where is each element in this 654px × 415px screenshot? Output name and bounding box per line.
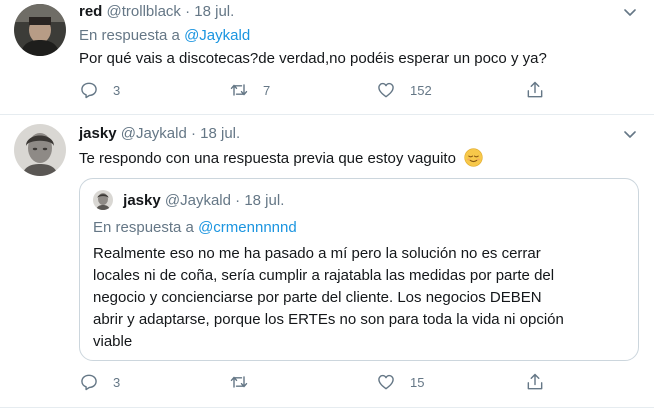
- tweet-actions: 3 15: [79, 370, 559, 394]
- retweet-button[interactable]: [229, 370, 263, 394]
- retweet-icon: [230, 376, 248, 388]
- quoted-separator: ·: [235, 192, 241, 209]
- reply-icon: [81, 374, 97, 391]
- reply-count: 3: [113, 374, 121, 390]
- tweet-jasky[interactable]: jasky @Jaykald · 18 jul. Te respondo con…: [0, 114, 654, 406]
- like-count: 152: [410, 82, 432, 98]
- reply-button[interactable]: 3: [79, 78, 120, 102]
- separator: ·: [185, 3, 191, 20]
- relieved-face-emoji: [464, 148, 483, 167]
- tweet-text: Te respondo con una respuesta previa que…: [79, 150, 456, 167]
- reply-button[interactable]: 3: [79, 370, 120, 394]
- quoted-tweet-card[interactable]: jasky @Jaykald · 18 jul. En respuesta a …: [79, 178, 639, 361]
- avatar[interactable]: [14, 4, 66, 56]
- quoted-text-line: abrir y adaptarse, porque los ERTEs no s…: [93, 311, 564, 328]
- quoted-avatar: [93, 190, 113, 210]
- quoted-handle: @Jaykald: [164, 192, 231, 209]
- tweet-actions: 3 7 152: [79, 78, 559, 102]
- avatar-image: [14, 4, 66, 56]
- retweet-button[interactable]: 7: [229, 78, 270, 102]
- display-name[interactable]: red: [79, 3, 102, 20]
- like-icon: [378, 374, 394, 390]
- like-icon: [378, 82, 394, 98]
- handle[interactable]: @trollblack: [107, 3, 181, 20]
- reply-context: En respuesta a @Jaykald: [79, 25, 634, 46]
- quoted-reply-context: En respuesta a @crmennnnnd: [93, 217, 297, 238]
- share-icon[interactable]: [525, 80, 545, 100]
- avatar-image: [14, 124, 66, 176]
- quoted-reply-prefix: En respuesta a: [93, 219, 194, 236]
- chevron-down-icon[interactable]: [622, 126, 638, 142]
- tweet-text-row: Te respondo con una respuesta previa que…: [79, 148, 634, 169]
- share-icon[interactable]: [525, 372, 545, 392]
- quoted-reply-mention: @crmennnnnd: [198, 219, 297, 236]
- reply-count: 3: [113, 82, 121, 98]
- timestamp[interactable]: 18 jul.: [200, 125, 240, 142]
- like-button[interactable]: 15: [376, 370, 424, 394]
- quoted-text-line: viable: [93, 333, 133, 350]
- retweet-count: 7: [263, 82, 271, 98]
- handle[interactable]: @Jaykald: [121, 125, 187, 142]
- quoted-tweet-text: Realmente eso no me ha pasado a mí pero …: [93, 243, 629, 353]
- separator: ·: [190, 125, 196, 142]
- quoted-tweet-header: jasky @Jaykald · 18 jul.: [93, 189, 284, 213]
- quoted-text-line: Realmente eso no me ha pasado a mí pero …: [93, 245, 541, 262]
- tweet-red[interactable]: red @trollblack · 18 jul. En respuesta a…: [0, 0, 654, 114]
- tweet-header: jasky @Jaykald · 18 jul.: [79, 122, 634, 146]
- reply-icon: [81, 82, 97, 99]
- like-count: 15: [410, 374, 425, 390]
- timestamp[interactable]: 18 jul.: [194, 3, 234, 20]
- quoted-timestamp: 18 jul.: [244, 192, 285, 209]
- chevron-down-icon[interactable]: [622, 4, 638, 20]
- reply-mention-link[interactable]: @Jaykald: [184, 27, 250, 44]
- retweet-icon: [230, 84, 248, 96]
- tweet-divider: [0, 407, 654, 408]
- avatar[interactable]: [14, 124, 66, 176]
- like-button[interactable]: 152: [376, 78, 432, 102]
- tweet-header: red @trollblack · 18 jul.: [79, 0, 634, 24]
- display-name[interactable]: jasky: [79, 125, 117, 142]
- quoted-text-line: locales ni de coña, sería cumplir a raja…: [93, 267, 555, 284]
- quoted-text-line: negocio y concienciarse por parte del cl…: [93, 289, 542, 306]
- tweet-text: Por qué vais a discotecas?de verdad,no p…: [79, 50, 547, 67]
- quoted-display-name: jasky: [123, 192, 161, 209]
- reply-prefix: En respuesta a: [79, 27, 180, 44]
